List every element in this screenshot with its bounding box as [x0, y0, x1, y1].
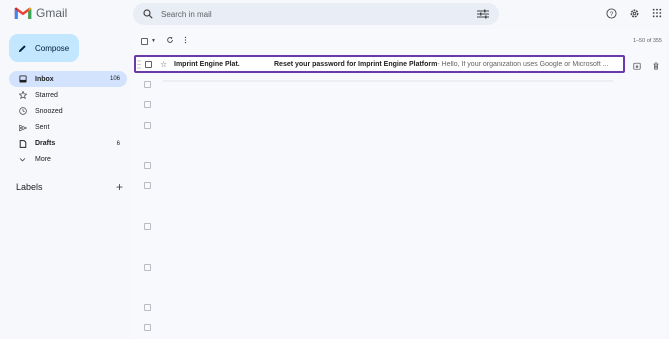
add-label-button[interactable]: +: [116, 181, 123, 193]
email-subject: Reset your password for Imprint Engine P…: [274, 60, 438, 68]
search-input[interactable]: [161, 9, 477, 19]
apps-grid-icon[interactable]: [651, 7, 663, 19]
star-icon: [18, 91, 27, 100]
email-snippet: - Hello, If your organization uses Googl…: [437, 60, 609, 68]
email-checkbox[interactable]: [144, 81, 151, 88]
inbox-icon: [18, 75, 27, 84]
compose-button[interactable]: Compose: [9, 34, 79, 62]
labels-section-header: Labels +: [16, 181, 123, 193]
sidebar-item-snoozed[interactable]: Snoozed: [9, 103, 127, 119]
sidebar-item-sent[interactable]: Sent: [9, 120, 127, 136]
unread-count: 106: [109, 76, 120, 82]
refresh-icon[interactable]: [166, 36, 174, 46]
mail-list-panel: ▼ 1–50 of 355 ☆ Imprint Engine Plat. Res…: [133, 30, 666, 339]
svg-text:?: ?: [609, 10, 613, 17]
mail-toolbar: ▼: [133, 30, 666, 52]
sidebar-item-label: Sent: [35, 124, 50, 132]
unread-count: 6: [116, 140, 120, 147]
sidebar-nav: Inbox 106 Starred Snoozed Sent Drafts 6 …: [9, 71, 127, 168]
email-checkbox[interactable]: [144, 101, 151, 108]
row-placeholder: [163, 80, 613, 82]
sidebar-item-label: Snoozed: [35, 107, 63, 115]
star-icon[interactable]: ☆: [160, 60, 170, 69]
email-checkbox[interactable]: [144, 304, 151, 311]
select-all-checkbox[interactable]: [141, 37, 148, 45]
pencil-icon: [18, 44, 26, 52]
drag-handle-icon[interactable]: [137, 59, 141, 69]
email-checkbox[interactable]: [144, 182, 151, 189]
pagination-info: 1–50 of 355: [632, 38, 662, 44]
email-checkbox[interactable]: [144, 264, 151, 271]
email-checkbox[interactable]: [144, 162, 151, 169]
email-row[interactable]: ☆ Imprint Engine Plat. Reset your passwo…: [134, 55, 625, 73]
sidebar-item-label: Starred: [35, 91, 58, 99]
select-dropdown-icon[interactable]: ▼: [151, 38, 156, 44]
sidebar-item-label: Drafts: [35, 140, 56, 148]
sidebar-item-label: Inbox: [35, 75, 54, 83]
chevron-down-icon: [18, 155, 27, 164]
sidebar-item-inbox[interactable]: Inbox 106: [9, 71, 127, 87]
search-icon[interactable]: [143, 9, 153, 19]
email-checkbox[interactable]: [144, 223, 151, 230]
help-icon[interactable]: ?: [605, 7, 617, 19]
email-sender: Imprint Engine Plat.: [174, 60, 240, 68]
compose-label: Compose: [35, 43, 70, 53]
sidebar-item-label: More: [35, 156, 51, 164]
email-checkbox[interactable]: [144, 324, 151, 331]
email-checkbox[interactable]: [145, 60, 152, 68]
search-options-icon[interactable]: [477, 9, 489, 19]
draft-icon: [18, 139, 27, 148]
delete-icon[interactable]: [651, 61, 660, 70]
labels-heading: Labels: [16, 182, 43, 192]
sidebar-item-drafts[interactable]: Drafts 6: [9, 136, 127, 152]
gmail-logo[interactable]: Gmail: [14, 6, 67, 20]
send-icon: [18, 123, 27, 132]
gmail-m-icon: [14, 7, 32, 19]
more-options-icon[interactable]: [184, 36, 187, 46]
sidebar-item-more[interactable]: More: [9, 152, 127, 168]
clock-icon: [18, 107, 27, 116]
search-bar[interactable]: [133, 3, 499, 25]
archive-icon[interactable]: [632, 61, 641, 70]
email-checkbox[interactable]: [144, 122, 151, 129]
settings-icon[interactable]: [628, 7, 640, 19]
app-name: Gmail: [36, 6, 68, 20]
sidebar-item-starred[interactable]: Starred: [9, 87, 127, 103]
